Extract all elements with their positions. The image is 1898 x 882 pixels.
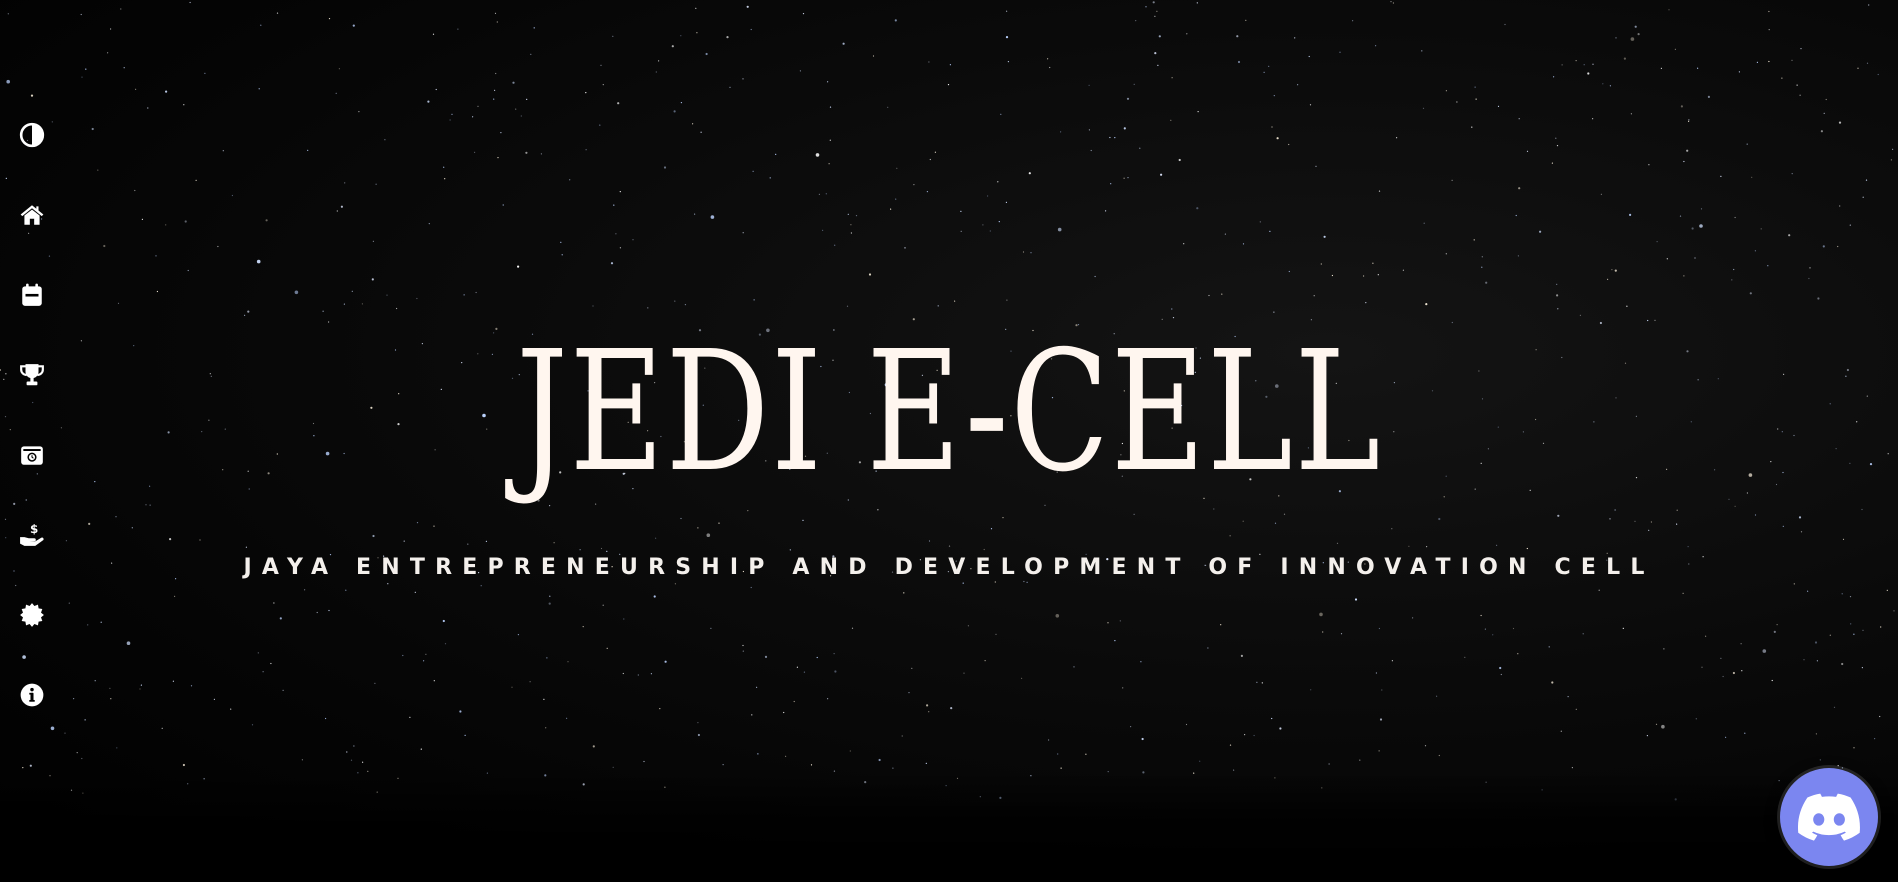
info-icon bbox=[20, 683, 44, 707]
horizon-shadow bbox=[0, 772, 1898, 882]
sponsor-hand-dollar-icon: $ bbox=[20, 522, 44, 546]
nav-sponsors-button[interactable]: $ bbox=[15, 518, 49, 552]
badge-icon bbox=[20, 603, 44, 627]
discord-button[interactable] bbox=[1780, 768, 1878, 866]
nav-gallery-button[interactable] bbox=[15, 438, 49, 472]
trophy-icon bbox=[20, 364, 44, 386]
page: $ JEDI E-CELL JAYA ENTREPRENEURSHIP AND … bbox=[0, 0, 1898, 882]
calendar-icon bbox=[22, 283, 42, 306]
nav-badge-button[interactable] bbox=[15, 598, 49, 632]
hero-title: JEDI E-CELL bbox=[516, 316, 1382, 509]
theme-toggle-button[interactable] bbox=[15, 118, 49, 152]
sidebar-nav: $ bbox=[14, 118, 50, 758]
discord-icon bbox=[1798, 793, 1860, 841]
nav-about-button[interactable] bbox=[15, 678, 49, 712]
svg-text:$: $ bbox=[30, 522, 38, 536]
nav-events-button[interactable] bbox=[15, 278, 49, 312]
gallery-icon bbox=[21, 446, 43, 465]
nav-achievements-button[interactable] bbox=[15, 358, 49, 392]
home-icon bbox=[20, 205, 44, 225]
hero-subtitle: JAYA ENTREPRENEURSHIP AND DEVELOPMENT OF… bbox=[243, 555, 1655, 580]
nav-home-button[interactable] bbox=[15, 198, 49, 232]
contrast-icon bbox=[19, 122, 45, 148]
